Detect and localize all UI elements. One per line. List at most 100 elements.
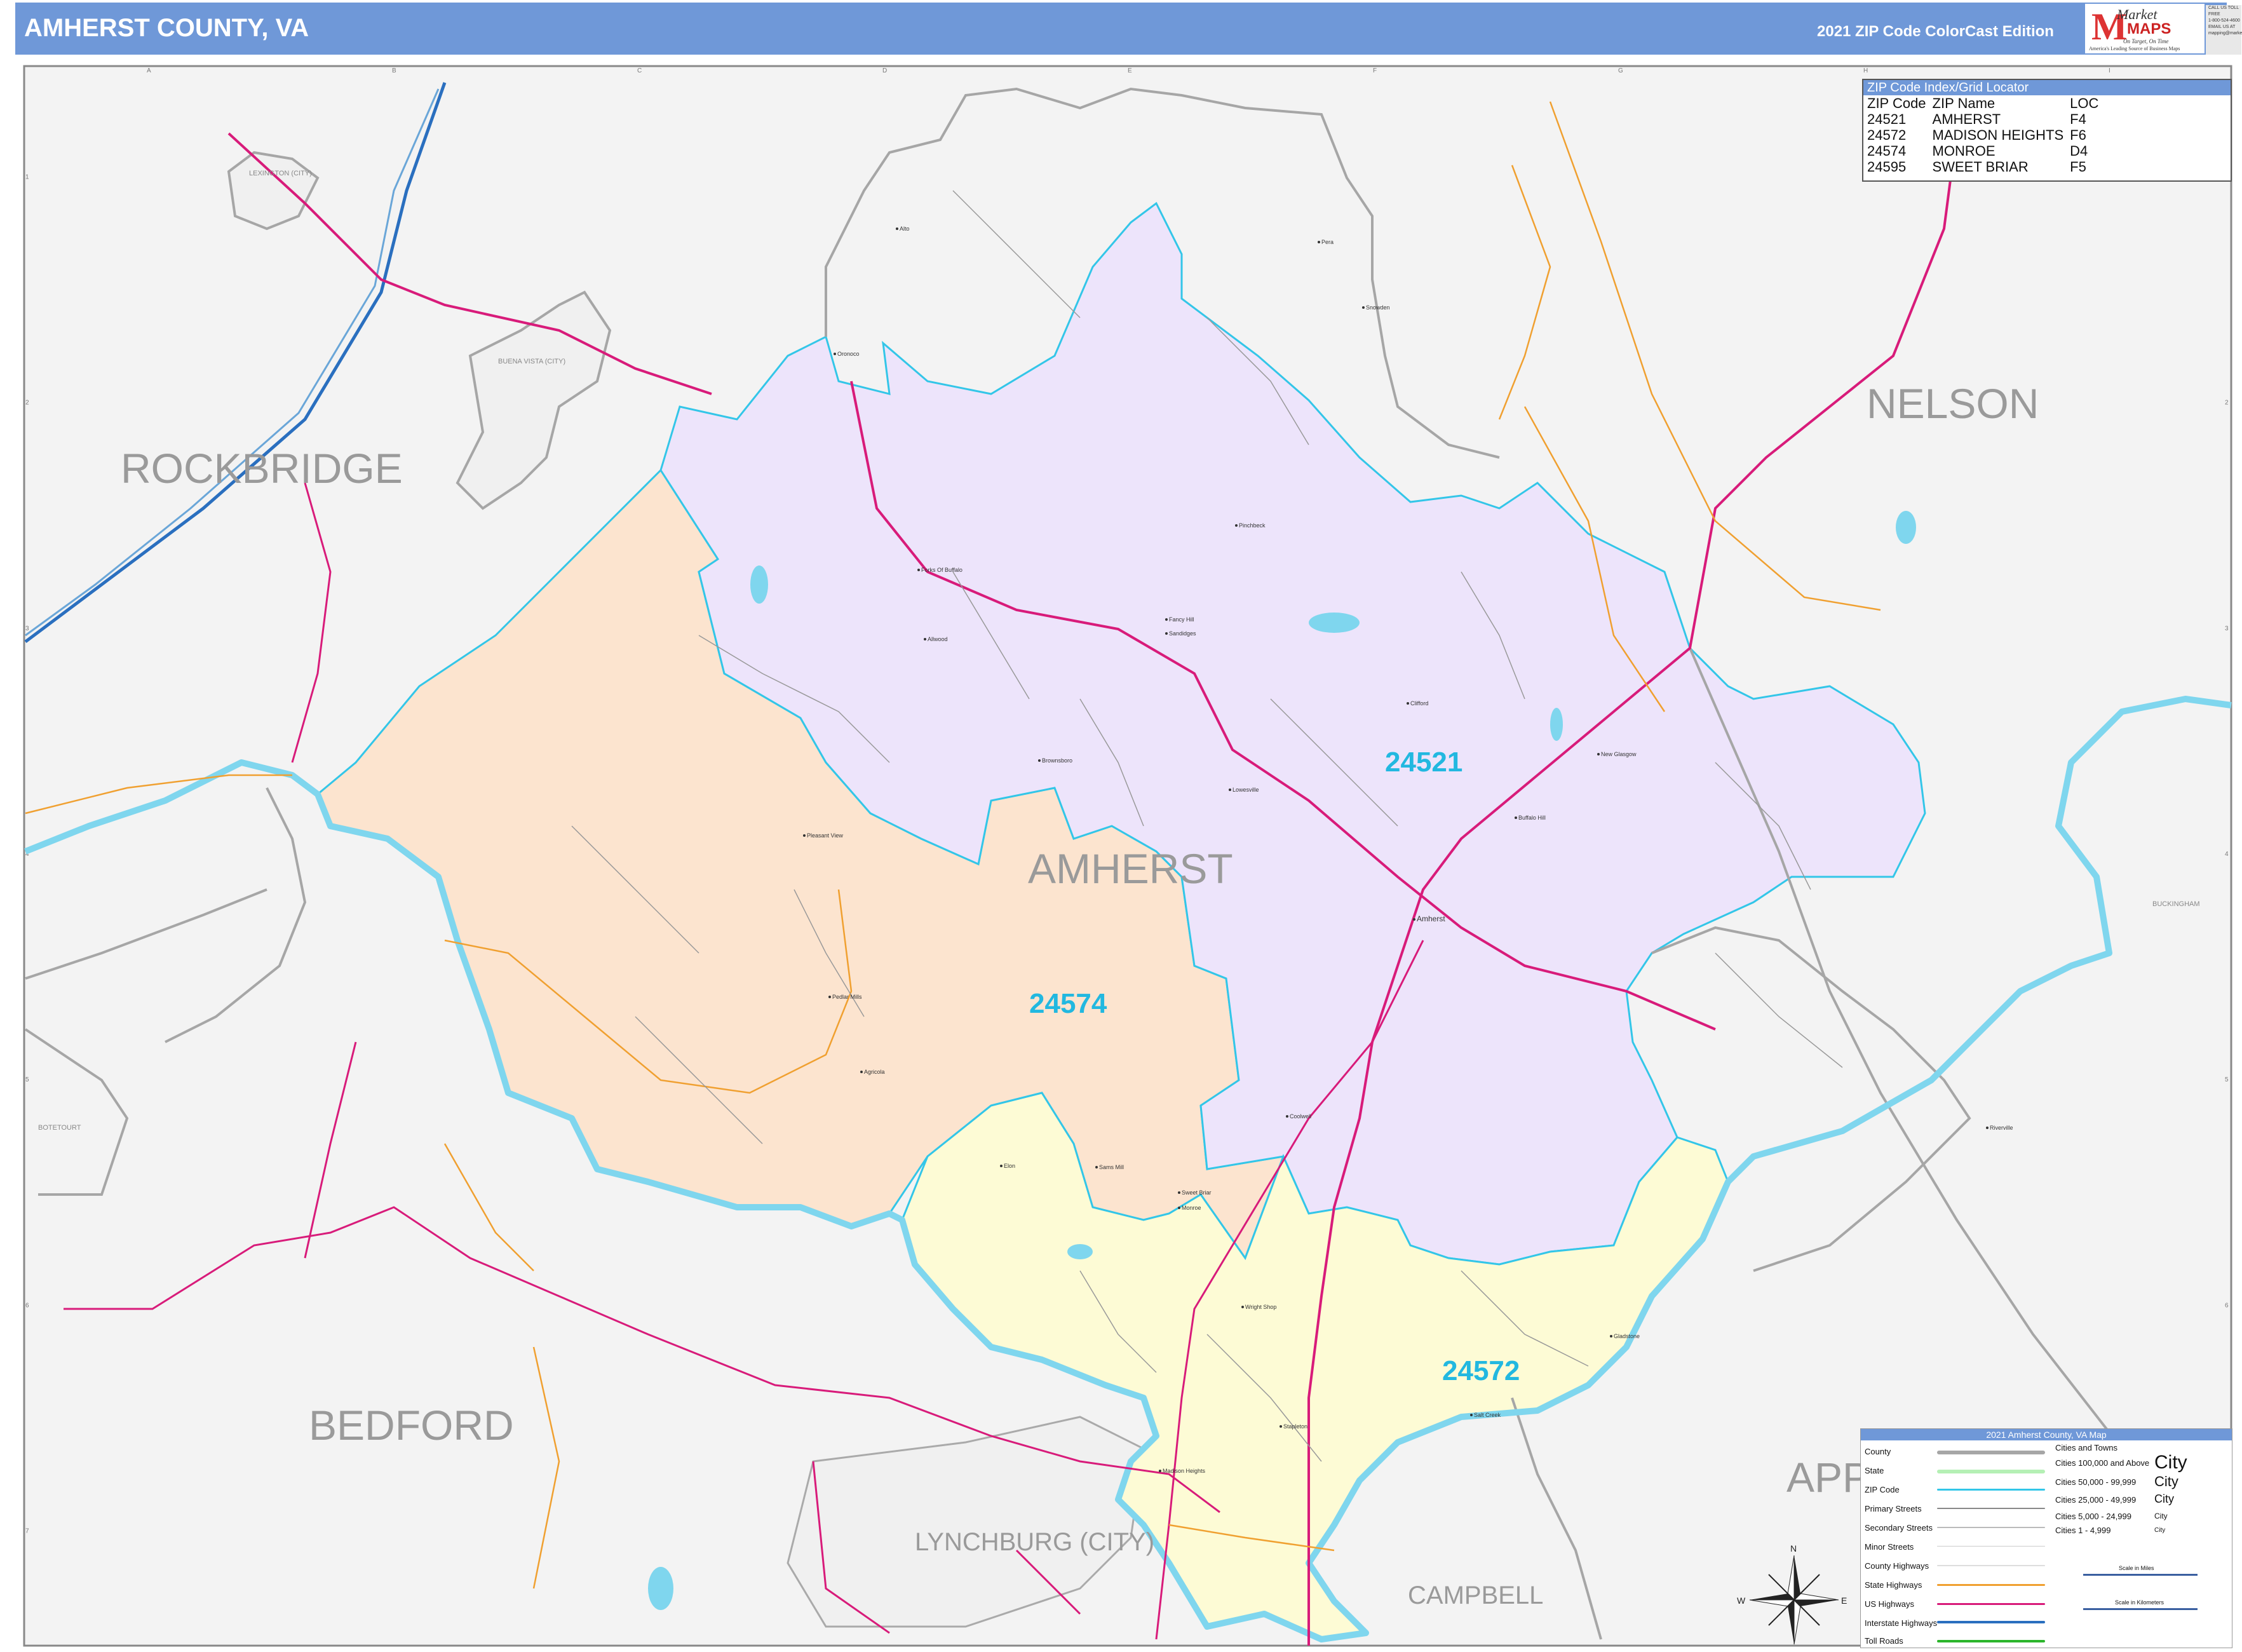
place-label: Salt Creek bbox=[1474, 1412, 1501, 1418]
place-marker bbox=[1280, 1425, 1282, 1428]
zip-label-24572: 24572 bbox=[1442, 1355, 1520, 1386]
zip-index-grid: ZIP Code ZIP Name LOC 24521 AMHERST F4 2… bbox=[1867, 95, 2105, 175]
place-marker bbox=[860, 1071, 863, 1073]
legend-city-sample-3: City bbox=[2154, 1493, 2174, 1505]
legend-city-tier: Cities 5,000 - 24,999 bbox=[2055, 1512, 2131, 1521]
lake bbox=[1067, 1244, 1093, 1259]
county-label-buckingham: BUCKINGHAM bbox=[2152, 900, 2200, 908]
zip-name: MONROE bbox=[1932, 143, 1996, 159]
legend-city-tier: Cities 25,000 - 49,999 bbox=[2055, 1495, 2137, 1505]
map-legend: 2021 Amherst County, VA Map County State… bbox=[1860, 1428, 2232, 1648]
place-label: Stapleton bbox=[1283, 1423, 1307, 1430]
place-label: Forks Of Buffalo bbox=[921, 567, 962, 573]
legend-symbol-zip bbox=[1937, 1489, 2045, 1491]
legend-item: County Highways bbox=[1865, 1561, 1929, 1571]
legend-city-tier: Cities 1 - 4,999 bbox=[2055, 1526, 2111, 1535]
place-marker bbox=[1318, 241, 1320, 243]
place-label: Allwood bbox=[928, 636, 948, 642]
place-label: Oronoco bbox=[837, 351, 860, 357]
place-marker bbox=[1597, 753, 1600, 755]
place-marker bbox=[1515, 816, 1517, 819]
grid-column-label: D bbox=[882, 67, 887, 74]
lake bbox=[648, 1567, 673, 1610]
place-marker bbox=[1178, 1191, 1180, 1194]
city-label-buena-vista: BUENA VISTA (CITY) bbox=[498, 358, 565, 365]
place-label: Pleasant View bbox=[807, 832, 843, 839]
place-marker bbox=[1038, 759, 1041, 762]
place-marker bbox=[1286, 1115, 1288, 1118]
legend-item: Secondary Streets bbox=[1865, 1523, 1933, 1533]
county-label-botetourt: BOTETOURT bbox=[38, 1124, 81, 1132]
place-marker bbox=[1413, 918, 1415, 921]
legend-scale-miles: Scale in Miles bbox=[2119, 1565, 2154, 1571]
legend-city-sample-5: City bbox=[2154, 1527, 2166, 1534]
place-marker bbox=[1178, 1207, 1180, 1209]
city-label-lexington: LEXINGTON (CITY) bbox=[249, 170, 312, 177]
county-label-lynchburg: LYNCHBURG (CITY) bbox=[915, 1528, 1154, 1556]
map-canvas[interactable]: ABCDEFGHI11223344556677 bbox=[0, 0, 2242, 1652]
place-label: Sams Mill bbox=[1099, 1164, 1124, 1170]
place-label: Sweet Briar bbox=[1182, 1189, 1212, 1196]
legend-item: Minor Streets bbox=[1865, 1542, 1914, 1552]
place-marker bbox=[1165, 618, 1168, 621]
legend-symbol-county-hwy bbox=[1937, 1565, 2045, 1566]
zip-loc: F5 bbox=[2070, 159, 2086, 175]
zip-label-24574: 24574 bbox=[1029, 988, 1107, 1019]
place-marker bbox=[803, 834, 806, 837]
grid-column-label: A bbox=[147, 67, 151, 74]
zip-name: SWEET BRIAR bbox=[1932, 159, 2029, 175]
place-label: Sandidges bbox=[1169, 630, 1196, 637]
zip-loc: D4 bbox=[2070, 143, 2088, 159]
grid-row-label: 4 bbox=[2225, 851, 2229, 858]
zip-index-col: ZIP Name bbox=[1932, 95, 1996, 111]
place-marker bbox=[834, 353, 836, 355]
place-label: Alto bbox=[900, 226, 910, 232]
place-marker bbox=[1407, 702, 1409, 705]
place-marker bbox=[1165, 632, 1168, 635]
zip-index-title: ZIP Code Index/Grid Locator bbox=[1863, 80, 2231, 95]
legend-item: Interstate Highways bbox=[1865, 1618, 1938, 1628]
place-label: New Glasgow bbox=[1601, 751, 1637, 757]
place-marker bbox=[828, 996, 831, 998]
grid-row-label: 3 bbox=[25, 625, 29, 632]
legend-item: Toll Roads bbox=[1865, 1636, 1903, 1646]
legend-item: ZIP Code bbox=[1865, 1485, 1900, 1494]
legend-symbol-secondary bbox=[1937, 1527, 2045, 1528]
legend-symbol-county bbox=[1937, 1451, 2045, 1454]
legend-scale-km: Scale in Kilometers bbox=[2115, 1599, 2164, 1606]
place-marker bbox=[924, 638, 926, 640]
grid-column-label: G bbox=[1618, 67, 1623, 74]
place-label: Snowden bbox=[1366, 304, 1390, 311]
zip-name: MADISON HEIGHTS bbox=[1932, 127, 2064, 143]
place-marker bbox=[896, 227, 898, 230]
place-marker bbox=[1229, 789, 1231, 791]
zip-label-24521: 24521 bbox=[1385, 747, 1462, 778]
place-marker bbox=[1000, 1165, 1003, 1167]
legend-symbol-us-hwy bbox=[1937, 1603, 2045, 1605]
county-label-appomattox: APP bbox=[1786, 1454, 1870, 1501]
grid-row-label: 6 bbox=[2225, 1302, 2229, 1309]
grid-row-label: 6 bbox=[25, 1302, 29, 1309]
place-marker bbox=[1235, 524, 1238, 527]
legend-title: 2021 Amherst County, VA Map bbox=[1861, 1429, 2232, 1440]
lake bbox=[750, 565, 768, 604]
legend-symbol-minor bbox=[1937, 1546, 2045, 1547]
legend-symbol-toll bbox=[1937, 1640, 2045, 1642]
grid-row-label: 2 bbox=[25, 400, 29, 407]
place-label: Gladstone bbox=[1614, 1333, 1640, 1339]
county-label-campbell: CAMPBELL bbox=[1408, 1581, 1543, 1609]
zip-index-row: 24574 MONROE D4 bbox=[1867, 143, 2105, 159]
legend-city-tier: Cities 100,000 and Above bbox=[2055, 1458, 2150, 1468]
legend-symbol-state bbox=[1937, 1470, 2045, 1473]
place-marker bbox=[1159, 1470, 1161, 1472]
grid-column-label: I bbox=[2109, 67, 2110, 74]
grid-column-label: H bbox=[1863, 67, 1868, 74]
place-marker bbox=[1241, 1306, 1244, 1308]
place-label: Fancy Hill bbox=[1169, 616, 1194, 623]
legend-scale-miles-bar bbox=[2083, 1574, 2198, 1576]
place-label: Pera bbox=[1321, 239, 1334, 245]
grid-column-label: B bbox=[392, 67, 396, 74]
grid-row-label: 5 bbox=[2225, 1076, 2229, 1083]
legend-city-sample-4: City bbox=[2154, 1512, 2168, 1520]
grid-column-label: C bbox=[637, 67, 642, 74]
